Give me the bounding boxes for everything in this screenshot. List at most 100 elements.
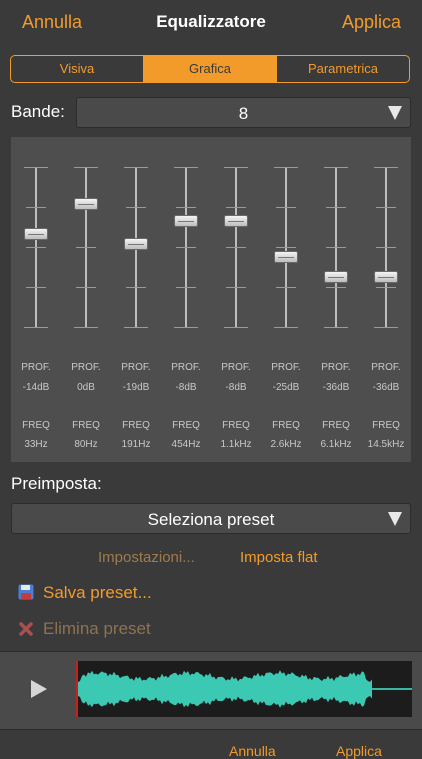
- slider-tick: [324, 167, 348, 168]
- slider-tick: [76, 247, 96, 248]
- tab-parametrica[interactable]: Parametrica: [277, 56, 409, 82]
- tab-visiva[interactable]: Visiva: [11, 56, 144, 82]
- slider-tick: [124, 327, 148, 328]
- slider-tick: [74, 167, 98, 168]
- slider-tick: [374, 167, 398, 168]
- slider-tick: [26, 247, 46, 248]
- slider-tick: [276, 287, 296, 288]
- set-flat-link[interactable]: Imposta flat: [240, 549, 318, 566]
- slider-knob[interactable]: [24, 228, 48, 241]
- gain-label: PROF.: [171, 362, 201, 373]
- freq-value: 1.1kHz: [220, 439, 252, 450]
- freq-label: FREQ: [372, 420, 400, 431]
- gain-value: 0dB: [77, 382, 95, 393]
- slider-tick: [26, 207, 46, 208]
- waveform-graphic: [76, 661, 412, 717]
- slider-tick: [274, 327, 298, 328]
- freq-label: FREQ: [322, 420, 350, 431]
- eq-band-5: PROF. -8dB FREQ 1.1kHz: [211, 137, 261, 462]
- tab-grafica[interactable]: Grafica: [144, 56, 277, 82]
- freq-value: 80Hz: [74, 439, 98, 450]
- slider-tick: [326, 247, 346, 248]
- gain-label: PROF.: [371, 362, 401, 373]
- slider-knob[interactable]: [124, 237, 148, 250]
- gain-label: PROF.: [121, 362, 151, 373]
- settings-link[interactable]: Impostazioni...: [98, 549, 195, 566]
- eq-band-3: PROF. -19dB FREQ 191Hz: [111, 137, 161, 462]
- slider-knob[interactable]: [324, 271, 348, 284]
- triangle-down-icon: [388, 512, 402, 526]
- slider-knob[interactable]: [274, 250, 298, 263]
- preset-select[interactable]: Seleziona preset: [11, 503, 411, 534]
- slider-tick: [374, 327, 398, 328]
- slider-tick: [174, 327, 198, 328]
- save-preset-label: Salva preset...: [43, 583, 152, 602]
- slider-tick: [226, 287, 246, 288]
- gain-value: -14dB: [22, 382, 50, 393]
- slider-tick: [26, 287, 46, 288]
- bands-select[interactable]: 8: [76, 97, 411, 128]
- gain-value: -36dB: [322, 382, 350, 393]
- eq-band-1: PROF. -14dB FREQ 33Hz: [11, 137, 61, 462]
- slider-tick: [176, 287, 196, 288]
- slider-tick: [24, 167, 48, 168]
- slider-tick: [376, 207, 396, 208]
- delete-x-icon: [19, 622, 33, 636]
- slider-tick: [326, 287, 346, 288]
- mode-segmented-control: Visiva Grafica Parametrica: [10, 55, 410, 83]
- eq-band-7: PROF. -36dB FREQ 6.1kHz: [311, 137, 361, 462]
- slider-tick: [24, 327, 48, 328]
- gain-value: -25dB: [272, 382, 300, 393]
- preset-label: Preimposta:: [11, 474, 102, 493]
- freq-label: FREQ: [72, 420, 100, 431]
- gain-label: PROF.: [271, 362, 301, 373]
- triangle-down-icon: [388, 106, 402, 120]
- eq-band-4: PROF. -8dB FREQ 454Hz: [161, 137, 211, 462]
- bands-label: Bande:: [11, 102, 65, 121]
- slider-tick: [76, 287, 96, 288]
- gain-value: -8dB: [225, 382, 247, 393]
- gain-label: PROF.: [221, 362, 251, 373]
- slider-knob[interactable]: [74, 197, 98, 210]
- equalizer-panel: PROF. -14dB FREQ 33Hz PROF. 0dB FREQ 80Hz PROF. -…: [11, 137, 411, 462]
- footer-cancel-button[interactable]: Annulla: [229, 743, 276, 759]
- gain-label: PROF.: [21, 362, 51, 373]
- freq-label: FREQ: [172, 420, 200, 431]
- slider-tick: [176, 247, 196, 248]
- freq-value: 6.1kHz: [320, 439, 352, 450]
- slider-tick: [226, 207, 246, 208]
- floppy-disk-icon: [18, 584, 34, 600]
- freq-value: 33Hz: [24, 439, 48, 450]
- gain-value: -8dB: [175, 382, 197, 393]
- slider-tick: [176, 207, 196, 208]
- eq-band-6: PROF. -25dB FREQ 2.6kHz: [261, 137, 311, 462]
- eq-band-8: PROF. -36dB FREQ 14.5kHz: [361, 137, 411, 462]
- slider-tick: [124, 167, 148, 168]
- waveform-view[interactable]: [76, 661, 412, 717]
- slider-tick: [224, 167, 248, 168]
- playhead: [76, 661, 78, 717]
- slider-knob[interactable]: [374, 271, 398, 284]
- bands-value: 8: [238, 104, 249, 123]
- freq-value: 454Hz: [171, 439, 201, 450]
- slider-tick: [126, 207, 146, 208]
- slider-tick: [276, 247, 296, 248]
- freq-label: FREQ: [22, 420, 50, 431]
- freq-label: FREQ: [272, 420, 300, 431]
- slider-knob[interactable]: [174, 215, 198, 228]
- slider-tick: [376, 287, 396, 288]
- footer-apply-button[interactable]: Applica: [336, 743, 382, 759]
- gain-label: PROF.: [71, 362, 101, 373]
- play-icon[interactable]: [29, 679, 49, 699]
- freq-value: 14.5kHz: [367, 439, 405, 450]
- slider-tick: [324, 327, 348, 328]
- slider-tick: [74, 327, 98, 328]
- slider-tick: [276, 207, 296, 208]
- apply-button[interactable]: Applica: [342, 12, 401, 33]
- slider-tick: [326, 207, 346, 208]
- slider-knob[interactable]: [224, 215, 248, 228]
- freq-label: FREQ: [222, 420, 250, 431]
- gain-value: -19dB: [122, 382, 150, 393]
- freq-value: 191Hz: [121, 439, 151, 450]
- slider-tick: [376, 247, 396, 248]
